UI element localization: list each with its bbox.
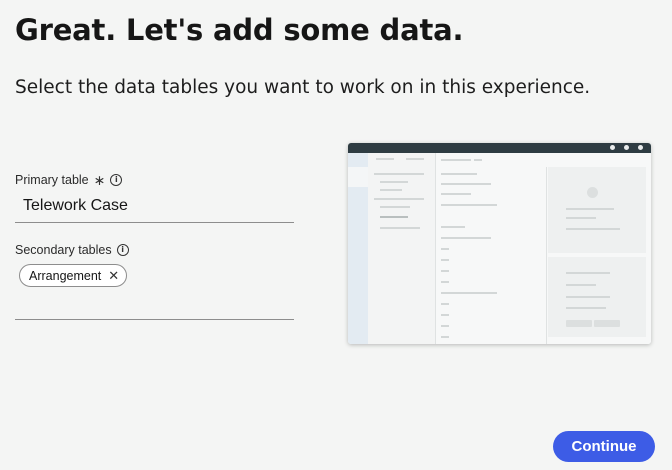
info-icon[interactable]: i <box>116 244 129 256</box>
secondary-table-label-row: Secondary tables i <box>15 243 129 257</box>
secondary-table-input[interactable] <box>15 319 294 320</box>
page-subtitle: Select the data tables you want to work … <box>15 77 591 98</box>
primary-table-underline <box>15 222 294 223</box>
close-icon[interactable]: ✕ <box>108 269 119 282</box>
chip-label: Arrangement <box>29 268 102 283</box>
asterisk-icon: ∗ <box>93 172 106 188</box>
primary-table-input[interactable]: Telework Case <box>23 197 128 215</box>
primary-table-label: Primary table <box>15 173 89 187</box>
primary-table-label-row: Primary table ∗ i <box>15 172 123 188</box>
info-icon[interactable]: i <box>110 174 123 186</box>
bell-icon <box>624 145 629 150</box>
preview-nav-selected <box>348 167 368 187</box>
page-title: Great. Let's add some data. <box>15 13 464 47</box>
preview-content <box>436 153 651 344</box>
preview-list-panel <box>368 153 436 344</box>
workspace-preview-illustration <box>348 143 651 344</box>
secondary-table-chip: Arrangement ✕ <box>19 264 128 287</box>
user-icon <box>638 145 643 150</box>
secondary-table-label: Secondary tables <box>15 243 112 257</box>
preview-header-bar <box>348 143 651 153</box>
continue-button[interactable]: Continue <box>553 431 655 462</box>
search-icon <box>610 145 615 150</box>
